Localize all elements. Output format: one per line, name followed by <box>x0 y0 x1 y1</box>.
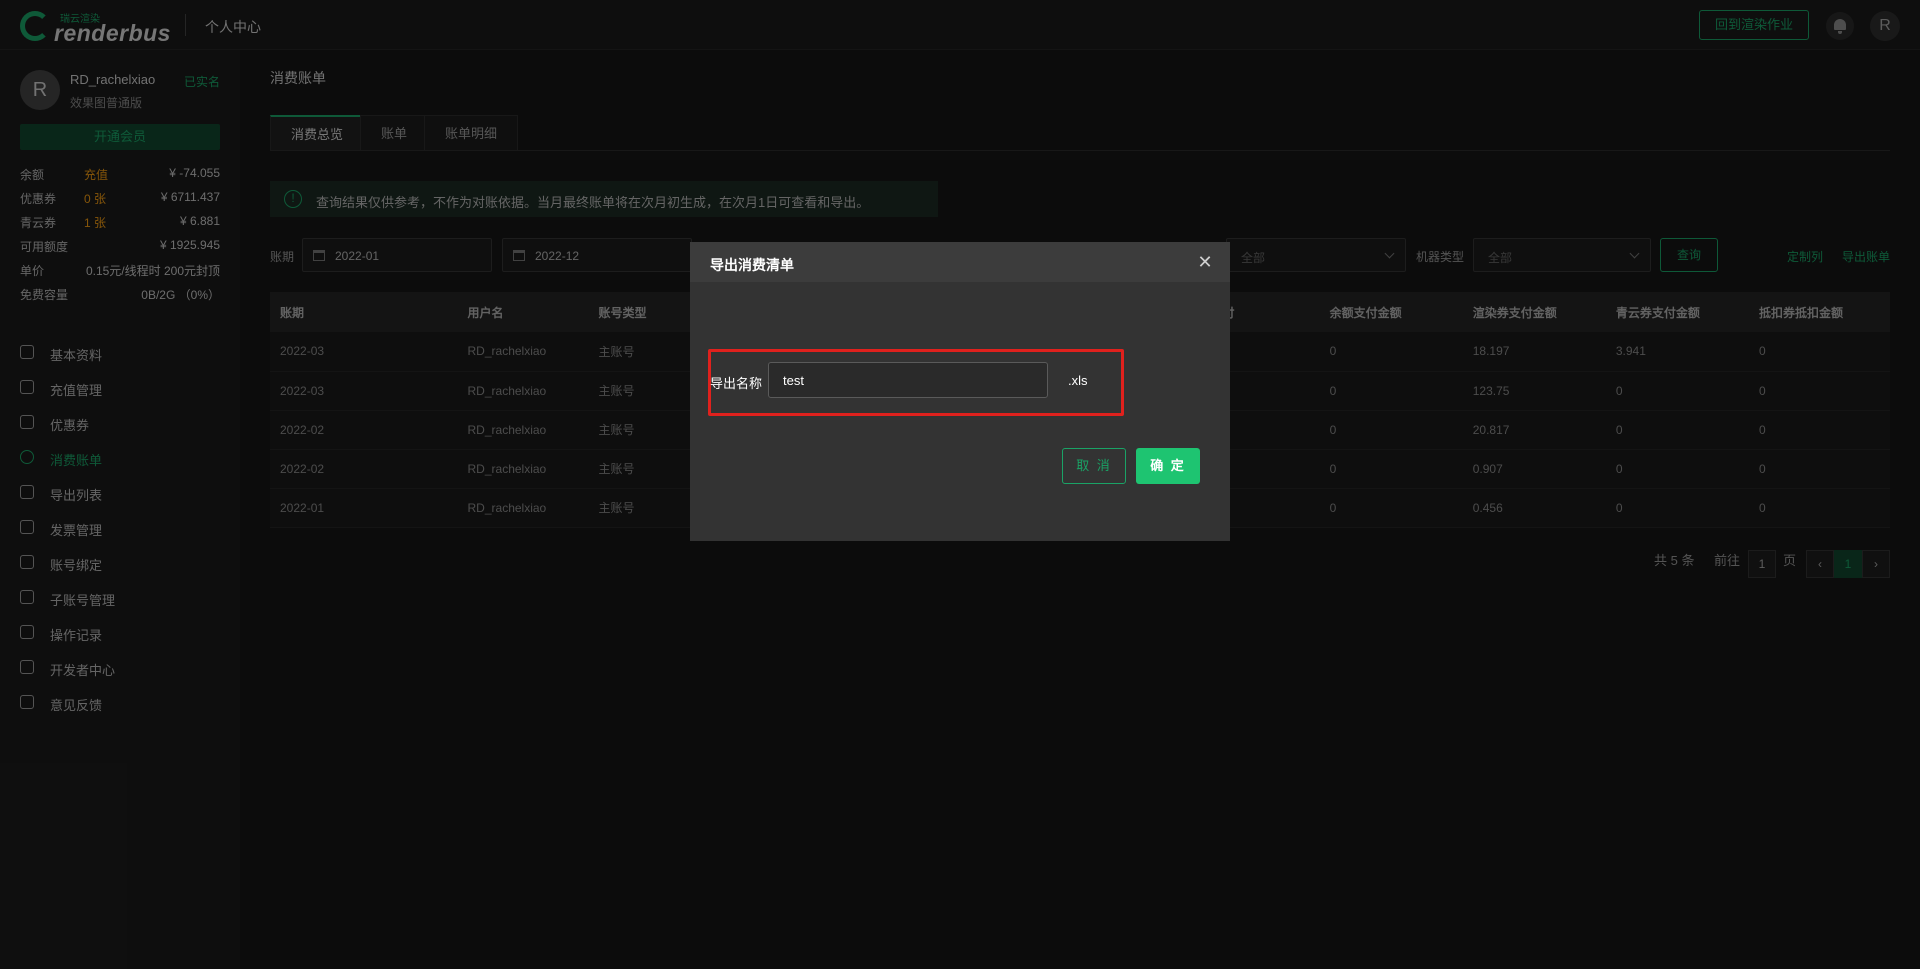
export-name-input[interactable] <box>768 362 1048 398</box>
export-name-label: 导出名称 <box>710 376 763 391</box>
app-root: 瑞云渲染 renderbus 个人中心 回到渲染作业 R R RD_rachel… <box>0 0 1920 969</box>
confirm-button[interactable]: 确 定 <box>1136 448 1200 484</box>
export-dialog: 导出消费清单 ✕ 导出名称 .xls 取 消 确 定 <box>690 242 1230 541</box>
dialog-title: 导出消费清单 <box>710 257 794 273</box>
file-suffix: .xls <box>1068 373 1088 388</box>
cancel-button[interactable]: 取 消 <box>1062 448 1126 484</box>
close-icon[interactable]: ✕ <box>1195 252 1215 272</box>
dialog-header: 导出消费清单 ✕ <box>690 242 1230 282</box>
